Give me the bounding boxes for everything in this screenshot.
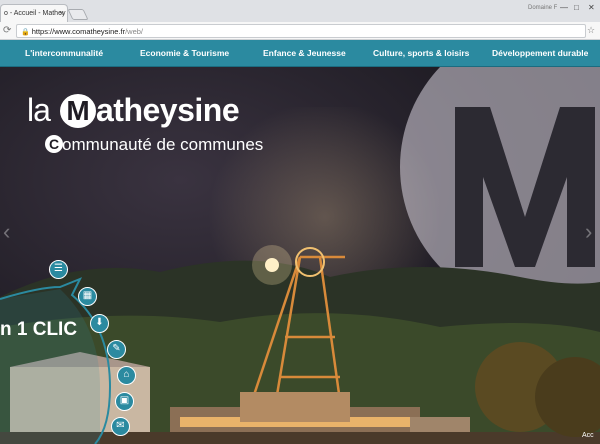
logo-c-badge: C	[45, 135, 63, 153]
bookmark-star-icon[interactable]: ☆	[587, 25, 595, 36]
lock-icon: 🔒	[21, 29, 30, 36]
book-icon[interactable]: ✎	[107, 340, 126, 359]
close-window-icon[interactable]: ✕	[588, 3, 595, 12]
logo-m-badge: M	[60, 94, 96, 128]
nav-item-culture[interactable]: Culture, sports & loisirs	[373, 48, 469, 58]
nav-item-economie[interactable]: Economie & Tourisme	[140, 48, 229, 58]
reload-icon[interactable]: ⟳	[3, 25, 11, 36]
map-icon[interactable]: ▦	[78, 287, 97, 306]
calendar-icon[interactable]: ▣	[115, 392, 134, 411]
address-bar[interactable]: 🔒 https://www.comatheysine.fr/web/	[16, 24, 586, 38]
nav-item-developpement[interactable]: Développement durable	[492, 48, 588, 58]
tab-title: o - Accueil - Mathey	[4, 10, 66, 17]
nav-item-enfance[interactable]: Enfance & Jeunesse	[263, 48, 346, 58]
slider-prev-icon[interactable]: ‹	[3, 219, 10, 245]
slider-next-icon[interactable]: ›	[585, 219, 592, 245]
url-host: https://www.comatheysine.fr	[31, 27, 126, 36]
mail-icon[interactable]: ✉	[111, 417, 130, 436]
tab-strip: o - Accueil - Mathey × Domaine F — □ ✕	[0, 0, 600, 22]
logo-matheysine: atheysine	[96, 92, 240, 128]
maximize-icon[interactable]: □	[574, 3, 579, 12]
close-icon[interactable]: ×	[59, 9, 64, 18]
quick-access-title: n 1 CLIC	[0, 319, 78, 340]
profile-button[interactable]: Domaine F	[528, 5, 557, 11]
accessibility-link[interactable]: Acc	[582, 432, 594, 439]
logo-la: la	[27, 92, 51, 128]
minimize-icon[interactable]: —	[560, 3, 568, 12]
hero-slideshow: la M atheysine C ommunauté de communes ‹…	[0, 67, 600, 444]
browser-toolbar: ⟳ 🔒 https://www.comatheysine.fr/web/ ☆	[0, 22, 600, 40]
url-path: /web/	[125, 27, 144, 36]
new-tab-button[interactable]	[67, 9, 89, 20]
list-icon[interactable]: ☰	[49, 260, 68, 279]
building-icon[interactable]: ⌂	[117, 366, 136, 385]
browser-tab[interactable]: o - Accueil - Mathey ×	[0, 4, 68, 22]
nav-item-intercommunalite[interactable]: L'intercommunalité	[25, 48, 103, 58]
logo-subtitle: ommunauté de communes	[62, 135, 264, 154]
download-icon[interactable]: ⬇	[90, 314, 109, 333]
site-nav: L'intercommunalité Economie & Tourisme E…	[0, 40, 600, 67]
